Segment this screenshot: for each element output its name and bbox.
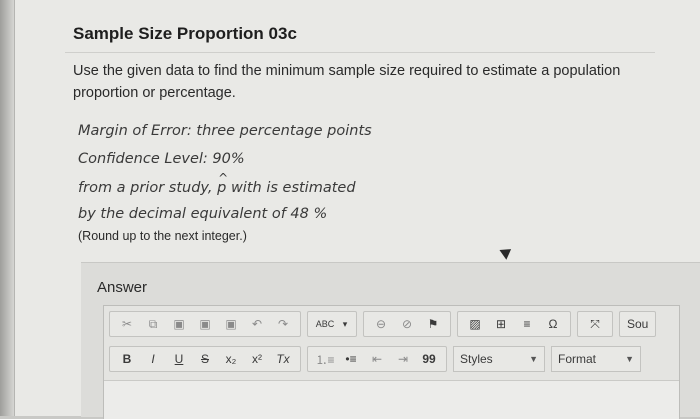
styles-dropdown[interactable]: Styles ▼ bbox=[453, 346, 545, 372]
horizontal-rule-icon[interactable]: ≡ bbox=[514, 313, 540, 335]
confidence-level: Confidence Level: 90% bbox=[78, 151, 245, 167]
prior-study-line: from a prior study, ^ p with is estimated bbox=[78, 171, 356, 196]
link-group: ⊖ ⊘ ⚑ bbox=[363, 311, 451, 337]
bold-button[interactable]: B bbox=[114, 348, 140, 370]
rounding-note: (Round up to the next integer.) bbox=[78, 229, 247, 243]
question-title: Sample Size Proportion 03c bbox=[73, 24, 297, 43]
special-char-icon[interactable]: Ω bbox=[540, 313, 566, 335]
margin-of-error: Margin of Error: three percentage points bbox=[78, 123, 372, 139]
maximize-icon[interactable]: ⤧ bbox=[582, 313, 608, 335]
decimal-equivalent: by the decimal equivalent of 48 % bbox=[78, 206, 328, 222]
prior-study-prefix: from a prior study, bbox=[78, 180, 213, 196]
title-bar: Sample Size Proportion 03c bbox=[65, 12, 655, 53]
clipboard-group: ✂ ⧉ ▣ ▣ ▣ ↶ ↷ bbox=[109, 311, 301, 337]
strikethrough-button[interactable]: S bbox=[192, 348, 218, 370]
rich-text-editor[interactable]: ✂ ⧉ ▣ ▣ ▣ ↶ ↷ ABC ▾ ⊖ ⊘ ⚑ ▨ ⊞ ≡ Ω ⤧ Sou … bbox=[103, 305, 680, 419]
italic-button[interactable]: I bbox=[140, 348, 166, 370]
chevron-down-icon: ▼ bbox=[625, 354, 634, 364]
paragraph-group: ⒈≡ •≡ ⇤ ⇥ 99 bbox=[307, 346, 447, 372]
cut-icon[interactable]: ✂ bbox=[114, 313, 140, 335]
chevron-down-icon: ▼ bbox=[529, 354, 538, 364]
redo-icon[interactable]: ↷ bbox=[270, 313, 296, 335]
blockquote-icon[interactable]: 99 bbox=[416, 348, 442, 370]
insert-group: ▨ ⊞ ≡ Ω bbox=[457, 311, 571, 337]
format-group: B I U S x₂ x² Tx bbox=[109, 346, 301, 372]
image-icon[interactable]: ▨ bbox=[462, 313, 488, 335]
table-icon[interactable]: ⊞ bbox=[488, 313, 514, 335]
answer-label: Answer bbox=[97, 279, 148, 296]
paste-icon[interactable]: ▣ bbox=[166, 313, 192, 335]
bullet-list-icon[interactable]: •≡ bbox=[338, 348, 364, 370]
subscript-button[interactable]: x₂ bbox=[218, 348, 244, 370]
p-hat-symbol: ^ p bbox=[217, 171, 228, 196]
spellcheck-icon[interactable]: ABC bbox=[312, 313, 338, 335]
link-icon[interactable]: ⊖ bbox=[368, 313, 394, 335]
format-dropdown[interactable]: Format ▼ bbox=[551, 346, 641, 372]
prior-study-suffix: with is estimated bbox=[230, 180, 356, 196]
paste-text-icon[interactable]: ▣ bbox=[192, 313, 218, 335]
numbered-list-icon[interactable]: ⒈≡ bbox=[312, 348, 338, 370]
anchor-icon[interactable]: ⚑ bbox=[420, 313, 446, 335]
unlink-icon[interactable]: ⊘ bbox=[394, 313, 420, 335]
toolbar-row-2: B I U S x₂ x² Tx ⒈≡ •≡ ⇤ ⇥ 99 Styles ▼ F… bbox=[109, 344, 647, 374]
editor-input-area[interactable] bbox=[104, 380, 679, 419]
remove-format-button[interactable]: Tx bbox=[270, 348, 296, 370]
format-label: Format bbox=[558, 352, 597, 366]
source-button[interactable]: Sou bbox=[624, 313, 651, 335]
superscript-button[interactable]: x² bbox=[244, 348, 270, 370]
underline-button[interactable]: U bbox=[166, 348, 192, 370]
styles-label: Styles bbox=[460, 352, 493, 366]
tools-group: ⤧ bbox=[577, 311, 613, 337]
spellcheck-group: ABC ▾ bbox=[307, 311, 357, 337]
toolbar-row-1: ✂ ⧉ ▣ ▣ ▣ ↶ ↷ ABC ▾ ⊖ ⊘ ⚑ ▨ ⊞ ≡ Ω ⤧ Sou bbox=[109, 309, 662, 339]
question-prompt: Use the given data to find the minimum s… bbox=[73, 63, 621, 101]
window-edge bbox=[0, 0, 14, 416]
source-group: Sou bbox=[619, 311, 657, 337]
mouse-cursor-icon bbox=[499, 244, 515, 260]
question-card: Sample Size Proportion 03c Use the given… bbox=[14, 0, 700, 419]
indent-icon[interactable]: ⇥ bbox=[390, 348, 416, 370]
undo-icon[interactable]: ↶ bbox=[244, 313, 270, 335]
spellcheck-caret-icon[interactable]: ▾ bbox=[338, 313, 352, 335]
answer-panel: Answer ✂ ⧉ ▣ ▣ ▣ ↶ ↷ ABC ▾ ⊖ ⊘ ⚑ ▨ ⊞ ≡ Ω… bbox=[81, 262, 700, 419]
paste-word-icon[interactable]: ▣ bbox=[218, 313, 244, 335]
copy-icon[interactable]: ⧉ bbox=[140, 313, 166, 335]
hat-mark: ^ bbox=[218, 171, 229, 185]
outdent-icon[interactable]: ⇤ bbox=[364, 348, 390, 370]
